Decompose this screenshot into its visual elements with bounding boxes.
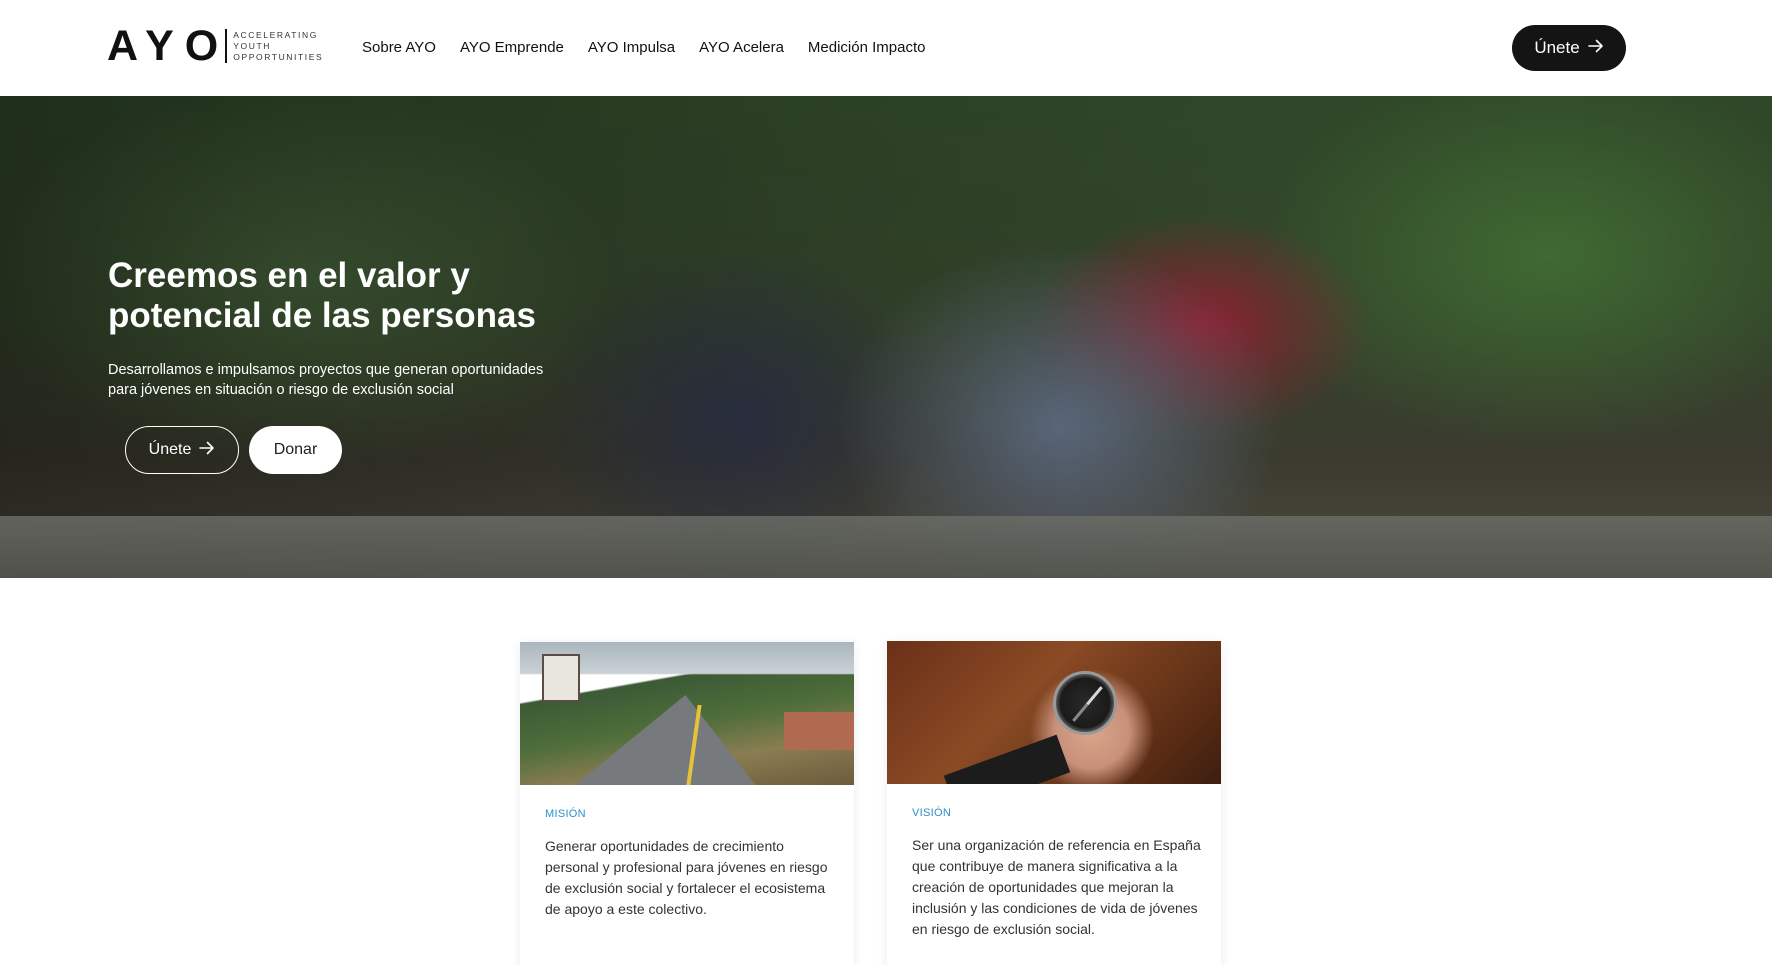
hero-title-line: Creemos en el valor y bbox=[108, 256, 470, 295]
nav-item-ayo-emprende[interactable]: AYO Emprende bbox=[460, 36, 564, 60]
donate-button-label: Donar bbox=[273, 441, 318, 458]
arrow-right-icon bbox=[199, 441, 215, 460]
card-label: VISIÓN bbox=[912, 807, 952, 819]
donate-button[interactable]: Donar bbox=[249, 426, 342, 474]
logo-divider bbox=[225, 29, 228, 63]
card-label: MISIÓN bbox=[545, 808, 586, 820]
building-shape bbox=[784, 712, 854, 750]
road-landscape-image bbox=[520, 642, 854, 785]
road-shape bbox=[575, 695, 756, 785]
logo-word: AYO bbox=[107, 21, 230, 70]
hero-section: Creemos en el valor y potencial de las p… bbox=[0, 96, 1772, 578]
nav-item-sobre-ayo[interactable]: Sobre AYO bbox=[362, 36, 436, 60]
join-button-label: Únete bbox=[1534, 38, 1580, 57]
card-text: Ser una organización de referencia en Es… bbox=[912, 837, 1201, 937]
mission-card: MISIÓN Generar oportunidades de crecimie… bbox=[520, 642, 854, 965]
compass-icon bbox=[1053, 671, 1117, 735]
nav-item-ayo-impulsa[interactable]: AYO Impulsa bbox=[588, 36, 675, 60]
logo-tagline-line: YOUTH bbox=[233, 40, 271, 51]
ayo-logo[interactable]: AYO ACCELERATING YOUTH OPPORTUNITIES bbox=[107, 21, 323, 70]
main-nav: Sobre AYO AYO Emprende AYO Impulsa AYO A… bbox=[362, 36, 949, 60]
hero-railing bbox=[0, 516, 1772, 578]
arrow-right-icon bbox=[1587, 38, 1604, 58]
logo-tagline-line: OPPORTUNITIES bbox=[233, 51, 324, 62]
vision-card: VISIÓN Ser una organización de referenci… bbox=[887, 641, 1221, 965]
logo-tagline: ACCELERATING YOUTH OPPORTUNITIES bbox=[233, 30, 323, 63]
hero-join-button[interactable]: Únete bbox=[125, 426, 239, 474]
hero-subtitle-line: Desarrollamos e impulsamos proyectos que… bbox=[108, 362, 544, 378]
hero-subtitle: Desarrollamos e impulsamos proyectos que… bbox=[108, 360, 578, 400]
site-header: AYO ACCELERATING YOUTH OPPORTUNITIES Sob… bbox=[0, 0, 1772, 96]
house-shape bbox=[542, 654, 580, 702]
hero-title-line: potencial de las personas bbox=[108, 296, 536, 335]
join-button[interactable]: Únete bbox=[1512, 25, 1626, 71]
compass-needle bbox=[1072, 686, 1103, 722]
card-text: Generar oportunidades de crecimiento per… bbox=[545, 838, 828, 917]
hero-title: Creemos en el valor y potencial de las p… bbox=[108, 256, 628, 336]
nav-item-medicion-impacto[interactable]: Medición Impacto bbox=[808, 36, 926, 60]
compass-hand-image bbox=[887, 641, 1221, 784]
hero-join-label: Únete bbox=[148, 441, 192, 458]
logo-tagline-line: ACCELERATING bbox=[233, 29, 318, 40]
hero-subtitle-line: para jóvenes en situación o riesgo de ex… bbox=[108, 382, 454, 398]
nav-item-ayo-acelera[interactable]: AYO Acelera bbox=[699, 36, 784, 60]
hero-background-image bbox=[0, 96, 1772, 578]
sleeve-shape bbox=[943, 734, 1071, 784]
